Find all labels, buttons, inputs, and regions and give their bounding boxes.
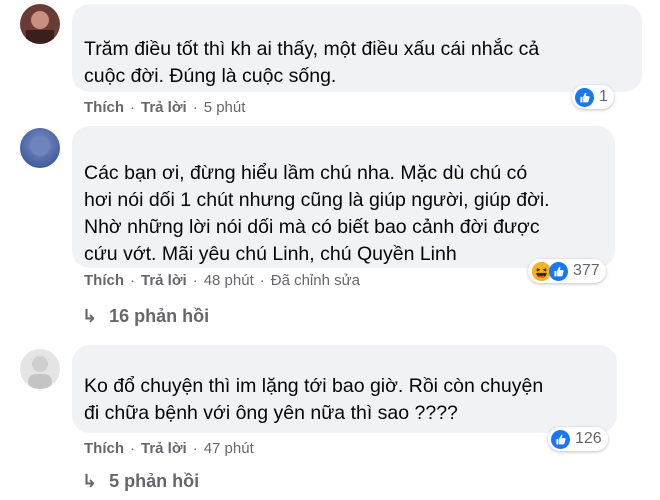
view-replies-link[interactable]: ↳ 16 phản hồi bbox=[82, 306, 209, 327]
like-link[interactable]: Thích bbox=[84, 440, 124, 457]
reaction-summary[interactable]: 377 bbox=[528, 259, 606, 283]
separator: · bbox=[192, 272, 198, 289]
reply-link[interactable]: Trả lời bbox=[141, 272, 187, 289]
like-link[interactable]: Thích bbox=[84, 272, 124, 289]
reaction-summary[interactable]: 126 bbox=[548, 427, 608, 451]
reply-link[interactable]: Trả lời bbox=[141, 440, 187, 457]
timestamp[interactable]: 47 phút bbox=[204, 440, 254, 457]
comment-text: Các bạn ơi, đừng hiểu lầm chú nha. Mặc d… bbox=[84, 162, 550, 265]
reply-arrow-icon: ↳ bbox=[82, 471, 98, 491]
separator: · bbox=[192, 99, 198, 116]
like-icon bbox=[575, 87, 594, 107]
timestamp[interactable]: 5 phút bbox=[204, 99, 246, 116]
reply-link[interactable]: Trả lời bbox=[141, 99, 187, 116]
comment-actions: Thích · Trả lời · 5 phút bbox=[84, 99, 245, 116]
reaction-count: 1 bbox=[599, 88, 608, 105]
reply-arrow-icon: ↳ bbox=[82, 306, 98, 326]
comment-actions: Thích · Trả lời · 48 phút · Đã chỉnh sửa bbox=[84, 272, 360, 289]
separator: · bbox=[130, 272, 135, 289]
reaction-summary[interactable]: 1 bbox=[572, 85, 614, 109]
like-icon bbox=[549, 261, 568, 281]
avatar[interactable] bbox=[20, 128, 60, 168]
separator: · bbox=[259, 272, 265, 289]
timestamp[interactable]: 48 phút bbox=[204, 272, 254, 289]
comment-text: Trăm điều tốt thì kh ai thấy, một điều x… bbox=[84, 38, 540, 87]
avatar[interactable] bbox=[20, 4, 60, 44]
reaction-count: 377 bbox=[573, 262, 600, 279]
separator: · bbox=[130, 440, 135, 457]
replies-count: 5 phản hồi bbox=[109, 471, 200, 491]
separator: · bbox=[130, 99, 135, 116]
like-icon bbox=[551, 429, 570, 449]
comment-text: Ko đổ chuyện thì im lặng tới bao giờ. Rồ… bbox=[84, 375, 544, 424]
reaction-count: 126 bbox=[575, 430, 602, 447]
view-replies-link[interactable]: ↳ 5 phản hồi bbox=[82, 471, 199, 492]
comment-actions: Thích · Trả lời · 47 phút bbox=[84, 440, 254, 457]
edited-label[interactable]: Đã chỉnh sửa bbox=[271, 272, 360, 289]
replies-count: 16 phản hồi bbox=[109, 306, 210, 326]
like-link[interactable]: Thích bbox=[84, 99, 124, 116]
separator: · bbox=[192, 440, 198, 457]
avatar[interactable] bbox=[20, 349, 60, 389]
